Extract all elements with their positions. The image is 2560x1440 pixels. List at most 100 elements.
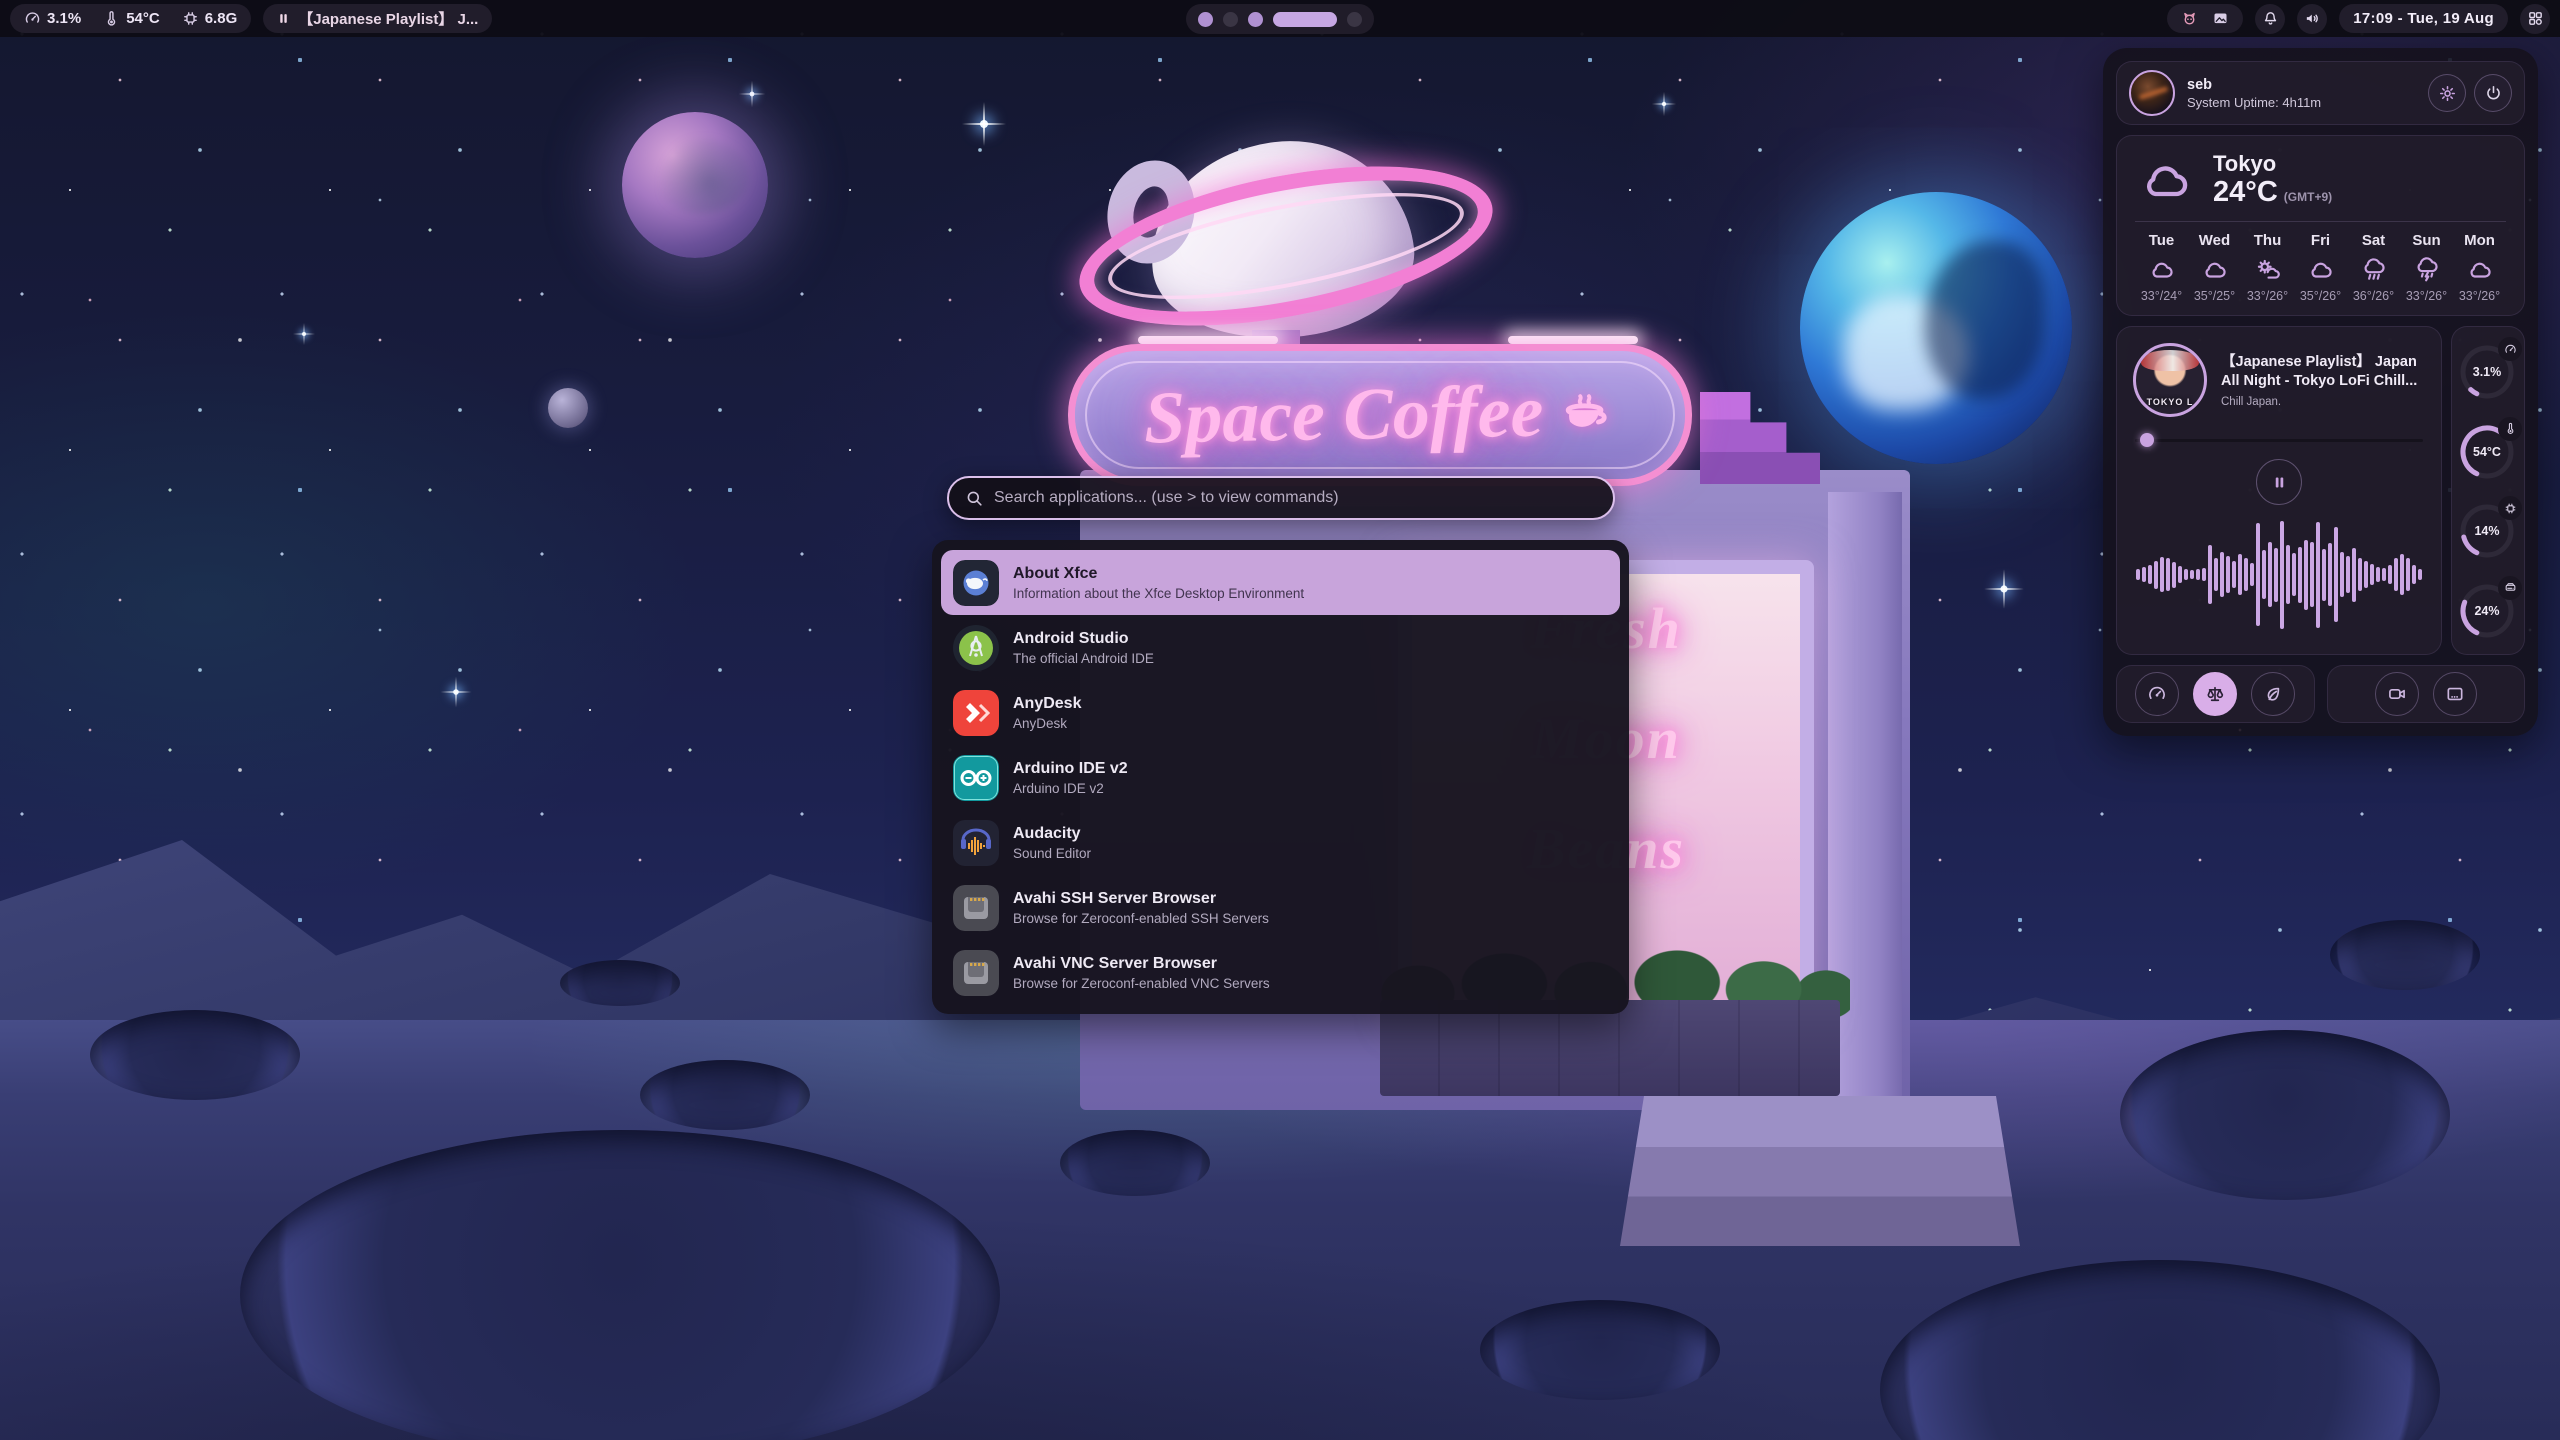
app-list-item[interactable]: AnyDesk AnyDesk — [941, 680, 1620, 745]
screen-record-button[interactable] — [2375, 672, 2419, 716]
weather-temp: 24°C — [2213, 176, 2278, 208]
star-sparkle — [750, 92, 755, 97]
crater — [560, 960, 680, 1006]
visualizer-bar — [2148, 565, 2152, 584]
system-tray[interactable] — [2167, 4, 2243, 33]
performance-profile-button[interactable] — [2135, 672, 2179, 716]
app-list-item[interactable]: Avahi VNC Server Browser Browse for Zero… — [941, 940, 1620, 1005]
cloud-icon — [2200, 257, 2230, 283]
star-sparkle — [453, 689, 459, 695]
clock-pill[interactable]: 17:09 - Tue, 19 Aug — [2339, 4, 2508, 33]
coffee-cup-icon — [1558, 386, 1616, 444]
app-list-item[interactable]: Audacity Sound Editor — [941, 810, 1620, 875]
app-name: AnyDesk — [1013, 695, 1081, 712]
cloud-icon — [2147, 257, 2177, 283]
visualizer-bar — [2280, 521, 2284, 629]
workspace-dot-4[interactable] — [1273, 12, 1337, 27]
clock-label: 17:09 - Tue, 19 Aug — [2353, 10, 2494, 27]
search-input[interactable] — [994, 489, 1597, 507]
workspace-dot-1[interactable] — [1198, 12, 1213, 27]
power-button[interactable] — [2474, 74, 2512, 112]
neon-tube — [1138, 336, 1278, 344]
visualizer-bar — [2262, 550, 2266, 599]
bell-icon — [2262, 10, 2279, 27]
forecast-day-thu: Thu33°/26° — [2241, 232, 2294, 303]
shop-steps — [1620, 1096, 2020, 1246]
seek-thumb[interactable] — [2140, 433, 2154, 447]
balanced-profile-button[interactable] — [2193, 672, 2237, 716]
shop-planter — [1380, 1000, 1840, 1096]
album-art[interactable] — [2133, 343, 2207, 417]
forecast-day-fri: Fri35°/26° — [2294, 232, 2347, 303]
settings-button[interactable] — [2428, 74, 2466, 112]
star-sparkle — [302, 332, 306, 336]
audio-visualizer — [2133, 507, 2425, 644]
power-icon — [2484, 84, 2503, 103]
star-sparkle — [2000, 585, 2007, 592]
workspace-switcher[interactable] — [1186, 4, 1374, 34]
visualizer-bar — [2406, 558, 2410, 590]
arduino-app-icon — [953, 755, 999, 801]
media-player-card: 【Japanese Playlist】 Japan All Night - To… — [2116, 326, 2442, 655]
avatar[interactable] — [2129, 70, 2175, 116]
app-grid-button[interactable] — [2520, 4, 2550, 34]
app-list-item[interactable]: About Xfce Information about the Xfce De… — [941, 550, 1620, 615]
visualizer-bar — [2136, 569, 2140, 580]
speaker-icon — [2304, 10, 2321, 27]
gauge-icon — [24, 10, 41, 27]
user-card: seb System Uptime: 4h11m — [2116, 61, 2525, 125]
visualizer-bar — [2400, 554, 2404, 595]
gauge-icon — [2147, 684, 2167, 704]
visualizer-bar — [2292, 553, 2296, 596]
app-list-item[interactable]: Android Studio The official Android IDE — [941, 615, 1620, 680]
weather-city: Tokyo — [2213, 152, 2332, 176]
visualizer-bar — [2250, 563, 2254, 587]
play-pause-button[interactable] — [2256, 459, 2302, 505]
visualizer-bar — [2310, 542, 2314, 607]
crater — [240, 1130, 1000, 1440]
forecast-row: Tue33°/24°Wed35°/25°Thu33°/26°Fri35°/26°… — [2135, 232, 2506, 303]
app-description: Browse for Zeroconf-enabled VNC Servers — [1013, 976, 1270, 991]
seek-slider[interactable] — [2135, 433, 2423, 447]
visualizer-bar — [2244, 558, 2248, 590]
temperature: 54°C — [103, 10, 160, 27]
visualizer-bar — [2232, 561, 2236, 588]
scales-icon — [2205, 684, 2225, 704]
disk-gauge: 24% — [2458, 578, 2518, 642]
desktop: FreshMoonBeans Space Coffee 3.1%54°C6.8G… — [0, 0, 2560, 1440]
video-icon — [2387, 684, 2407, 704]
photo-tray-icon[interactable] — [2212, 10, 2229, 27]
system-stats-pill[interactable]: 3.1%54°C6.8G — [10, 4, 251, 33]
search-icon — [965, 489, 984, 508]
visualizer-bar — [2166, 558, 2170, 590]
workspace-dot-3[interactable] — [1248, 12, 1263, 27]
app-description: Arduino IDE v2 — [1013, 781, 1128, 796]
visualizer-bar — [2256, 523, 2260, 626]
capture-group — [2327, 665, 2526, 723]
crater — [2120, 1030, 2450, 1200]
screenshot-button[interactable] — [2433, 672, 2477, 716]
app-search-bar[interactable] — [947, 476, 1615, 520]
app-name: Avahi VNC Server Browser — [1013, 955, 1217, 972]
powersave-profile-button[interactable] — [2251, 672, 2295, 716]
notifications-button[interactable] — [2255, 4, 2285, 34]
app-list-item[interactable]: Arduino IDE v2 Arduino IDE v2 — [941, 745, 1620, 810]
visualizer-bar — [2274, 548, 2278, 602]
visualizer-bar — [2358, 558, 2362, 590]
visualizer-bar — [2298, 547, 2302, 603]
system-gauges-card: 3.1% 54°C 14% 24% — [2451, 326, 2525, 655]
cat-tray-icon[interactable] — [2181, 10, 2198, 27]
visualizer-bar — [2352, 548, 2356, 602]
username: seb — [2187, 77, 2321, 93]
now-playing-pill[interactable]: 【Japanese Playlist】 J... — [263, 4, 492, 33]
avahi-app-icon — [953, 885, 999, 931]
app-list-item[interactable]: Avahi SSH Server Browser Browse for Zero… — [941, 875, 1620, 940]
power-profile-group — [2116, 665, 2315, 723]
volume-button[interactable] — [2297, 4, 2327, 34]
cpu-usage: 3.1% — [24, 10, 81, 27]
top-panel: 3.1%54°C6.8G 【Japanese Playlist】 J... 17… — [0, 0, 2560, 37]
workspace-dot-2[interactable] — [1223, 12, 1238, 27]
app-list: About Xfce Information about the Xfce De… — [932, 540, 1629, 1014]
workspace-dot-5[interactable] — [1347, 12, 1362, 27]
app-description: AnyDesk — [1013, 716, 1081, 731]
